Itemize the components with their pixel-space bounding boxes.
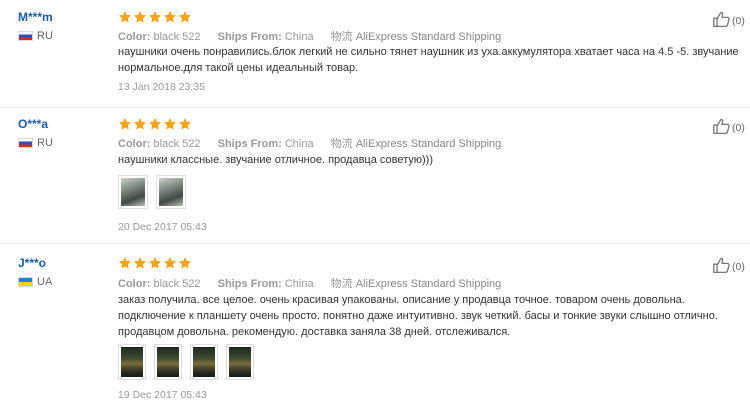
shipping-method: AliExpress Standard Shipping (355, 138, 502, 150)
review-text: наушники очень понравились.блок легкий н… (118, 46, 739, 74)
star-icon (163, 256, 177, 270)
color-label: Color: (118, 138, 151, 150)
star-rating (118, 256, 192, 270)
star-icon (178, 256, 192, 270)
order-info: Color: black 522 Ships From: China 物流 Al… (118, 28, 501, 44)
review-date: 13 Jan 2018 23:35 (118, 81, 205, 93)
star-icon (163, 117, 177, 131)
star-icon (118, 10, 132, 24)
review-photos (118, 175, 186, 209)
review-photo-thumbnail[interactable] (118, 344, 146, 380)
logistics-label: 物流 (330, 138, 353, 150)
helpful-button[interactable]: (0) (712, 10, 745, 31)
review-photo-thumbnail[interactable] (156, 175, 186, 209)
ships-from-value: China (284, 278, 314, 290)
review-photo-thumbnail[interactable] (190, 344, 218, 380)
color-label: Color: (118, 278, 151, 290)
ru-flag-icon (18, 138, 33, 148)
star-rating (118, 10, 192, 24)
star-icon (178, 117, 192, 131)
review-date: 19 Dec 2017 05:43 (118, 389, 207, 401)
star-icon (148, 10, 162, 24)
review-divider (0, 107, 750, 108)
review-photo-thumbnail[interactable] (118, 175, 148, 209)
logistics-label: 物流 (330, 278, 353, 290)
review-photos (118, 344, 254, 380)
star-icon (148, 256, 162, 270)
order-info: Color: black 522 Ships From: China 物流 Al… (118, 275, 501, 291)
order-info: Color: black 522 Ships From: China 物流 Al… (118, 135, 501, 151)
star-icon (133, 117, 147, 131)
helpful-count: (0) (732, 14, 745, 27)
country-code: UA (37, 276, 53, 288)
color-label: Color: (118, 31, 151, 43)
review-text: наушники классные. звучание отличное. пр… (118, 154, 434, 166)
thumbs-up-icon (712, 117, 732, 138)
ru-flag-icon (18, 31, 33, 41)
color-value: black 522 (153, 278, 201, 290)
review-date: 20 Dec 2017 05:43 (118, 221, 207, 233)
star-icon (178, 10, 192, 24)
country-code: RU (37, 30, 53, 42)
ships-from-label: Ships From: (217, 278, 282, 290)
reviewer-name[interactable]: O***a (18, 117, 48, 131)
ua-flag-icon (18, 277, 33, 287)
ships-from-value: China (284, 138, 314, 150)
photo-image (229, 347, 251, 377)
thumbs-up-icon (712, 256, 732, 277)
star-icon (118, 117, 132, 131)
review-photo-thumbnail[interactable] (154, 344, 182, 380)
color-value: black 522 (153, 31, 201, 43)
ships-from-value: China (284, 31, 314, 43)
star-icon (133, 256, 147, 270)
review-divider (0, 243, 750, 244)
shipping-method: AliExpress Standard Shipping (355, 31, 502, 43)
country-code: RU (37, 137, 53, 149)
shipping-method: AliExpress Standard Shipping (355, 278, 502, 290)
color-value: black 522 (153, 138, 201, 150)
helpful-count: (0) (732, 260, 745, 273)
helpful-button[interactable]: (0) (712, 117, 745, 138)
reviewer-country: RU (18, 30, 53, 42)
ships-from-label: Ships From: (217, 31, 282, 43)
reviewer-name[interactable]: M***m (18, 10, 53, 24)
reviewer-country: RU (18, 137, 53, 149)
reviewer-country: UA (18, 276, 52, 288)
star-icon (163, 10, 177, 24)
photo-image (121, 178, 145, 206)
review-text: заказ получила. все целое. очень красива… (118, 294, 718, 338)
review-photo-thumbnail[interactable] (226, 344, 254, 380)
thumbs-up-icon (712, 10, 732, 31)
star-icon (118, 256, 132, 270)
photo-image (159, 178, 183, 206)
ships-from-label: Ships From: (217, 138, 282, 150)
photo-image (121, 347, 143, 377)
star-rating (118, 117, 192, 131)
helpful-button[interactable]: (0) (712, 256, 745, 277)
logistics-label: 物流 (330, 31, 353, 43)
photo-image (157, 347, 179, 377)
reviewer-name[interactable]: J***o (18, 256, 46, 270)
photo-image (193, 347, 215, 377)
star-icon (133, 10, 147, 24)
helpful-count: (0) (732, 121, 745, 134)
star-icon (148, 117, 162, 131)
